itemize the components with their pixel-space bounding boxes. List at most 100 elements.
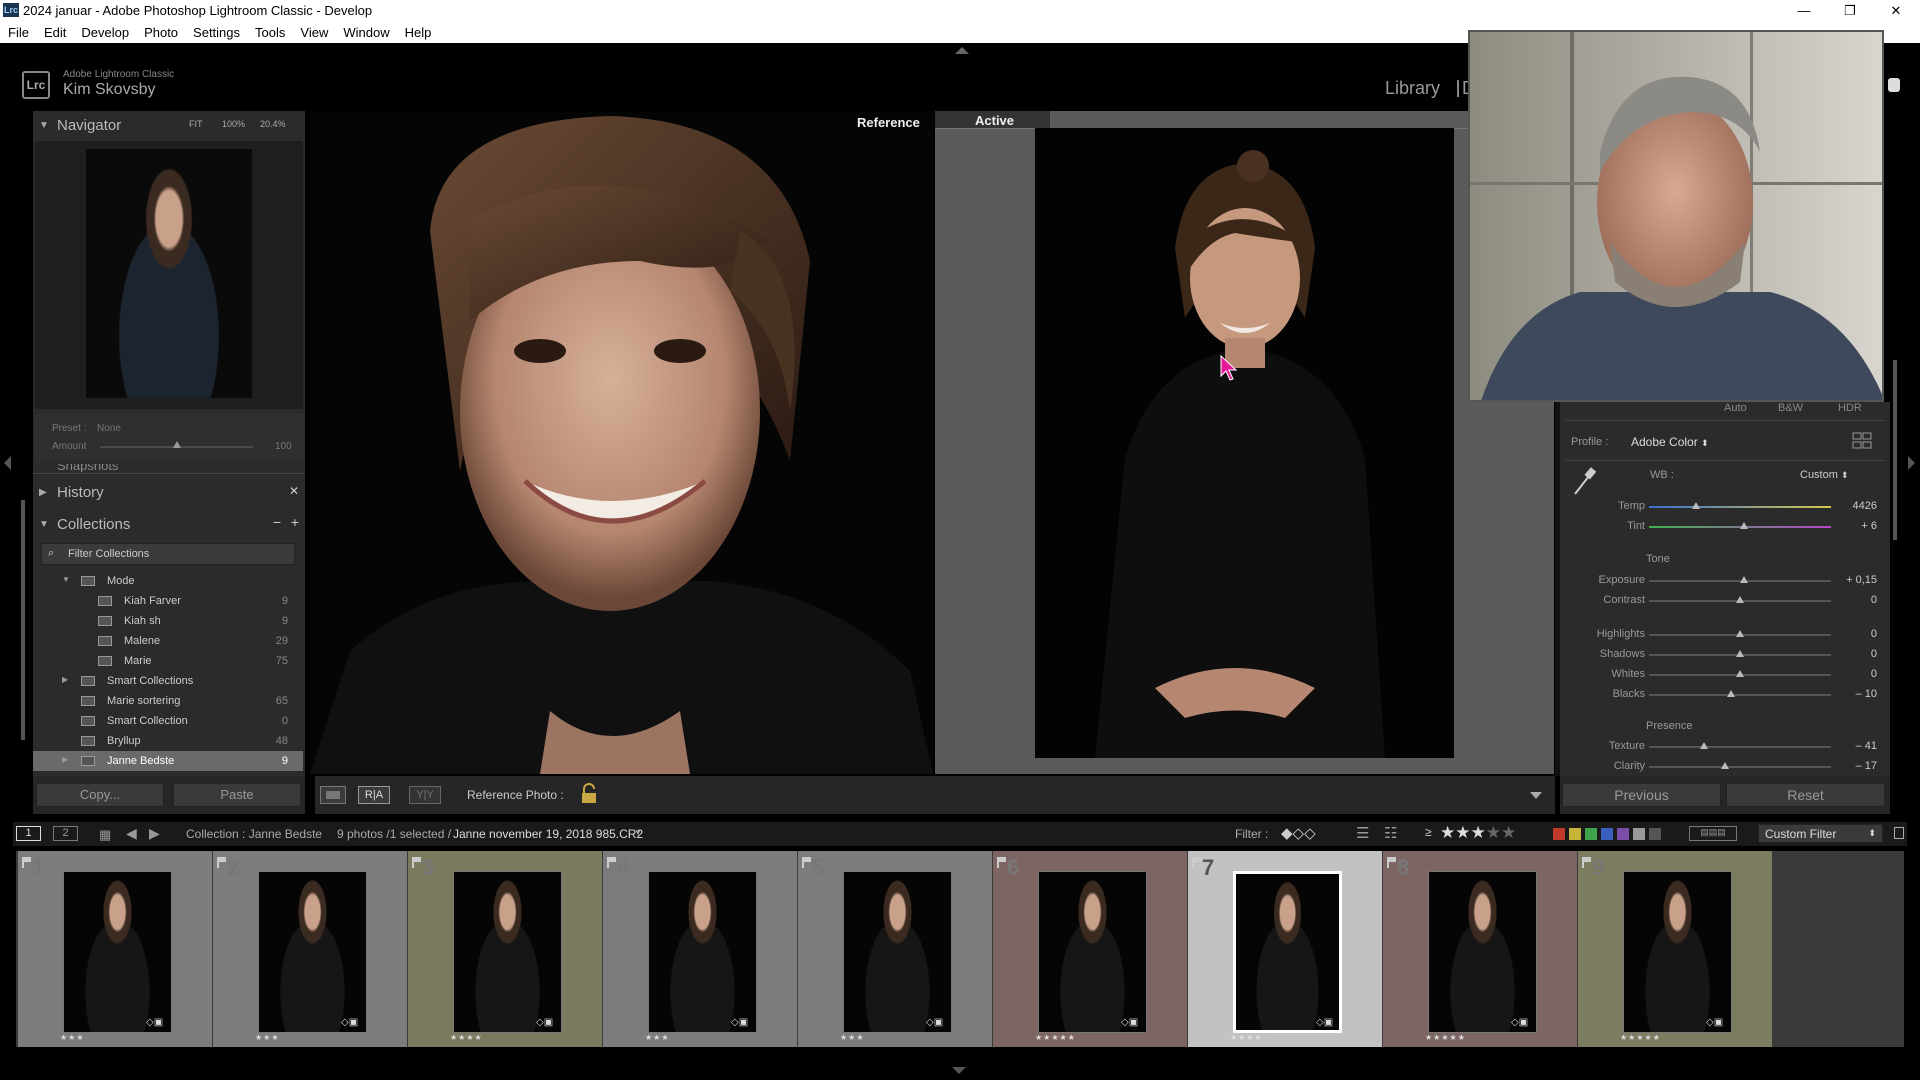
menu-window[interactable]: Window <box>343 25 389 40</box>
slider-track[interactable] <box>1649 766 1831 768</box>
rating-star-icon[interactable]: ★ <box>1486 823 1501 842</box>
menu-file[interactable]: File <box>8 25 29 40</box>
nav-fit-option[interactable]: FIT <box>189 119 203 129</box>
edit-badge-icon[interactable]: ◇▣ <box>1121 1017 1138 1028</box>
menu-photo[interactable]: Photo <box>144 25 178 40</box>
filter-collections-input[interactable]: ⌕ Filter Collections <box>41 543 295 565</box>
photo-thumbnail[interactable] <box>1233 871 1342 1033</box>
compare-view-button[interactable]: R|A <box>358 786 390 804</box>
slider-knob[interactable] <box>1739 522 1748 529</box>
edit-badge-icon[interactable]: ◇▣ <box>341 1017 358 1028</box>
slider-value[interactable]: 0 <box>1871 594 1877 606</box>
slider-blacks[interactable]: Blacks – 10 <box>1565 686 1885 704</box>
slider-value[interactable]: – 17 <box>1856 760 1877 772</box>
file-dropdown-icon[interactable]: ▼ <box>634 828 642 837</box>
collection-item[interactable]: Kiah Farver 9 <box>33 591 303 611</box>
edit-badge-icon[interactable]: ◇▣ <box>731 1017 748 1028</box>
flag-icon[interactable] <box>997 857 1006 868</box>
amount-knob[interactable] <box>172 441 181 448</box>
loupe-view-button[interactable] <box>320 786 346 804</box>
rating-star-icon[interactable]: ★ <box>1471 823 1486 842</box>
virtual-copy-filter-icon[interactable]: ☷ <box>1384 824 1397 842</box>
collection-item[interactable]: Marie 75 <box>33 651 303 671</box>
color-label-swatch[interactable] <box>1601 828 1613 840</box>
slider-shadows[interactable]: Shadows 0 <box>1565 646 1885 664</box>
slider-knob[interactable] <box>1739 576 1748 583</box>
reset-button[interactable]: Reset <box>1726 783 1885 807</box>
wb-dropdown[interactable]: Custom ⬍ <box>1800 469 1849 481</box>
history-header[interactable]: ▶ History ✕ <box>33 480 305 506</box>
flag-icon[interactable] <box>217 857 226 868</box>
slider-value[interactable]: + 0,15 <box>1846 574 1877 586</box>
tab-hdr[interactable]: HDR <box>1838 402 1862 414</box>
color-label-filter[interactable] <box>1553 828 1665 840</box>
filmstrip-cell[interactable]: 1 ◇▣ ★★★ <box>18 851 212 1047</box>
slider-knob[interactable] <box>1699 742 1708 749</box>
source-label[interactable]: Collection : Janne Bedste <box>186 827 322 841</box>
slider-clarity[interactable]: Clarity – 17 <box>1565 758 1885 776</box>
edit-badge-icon[interactable]: ◇▣ <box>926 1017 943 1028</box>
slider-value[interactable]: – 41 <box>1856 740 1877 752</box>
before-after-button[interactable]: Y|Y <box>409 786 441 804</box>
slider-knob[interactable] <box>1736 630 1744 637</box>
slider-knob[interactable] <box>1736 596 1744 603</box>
photo-thumbnail[interactable] <box>1428 871 1537 1033</box>
collection-set-mode[interactable]: ▼ Mode <box>33 571 303 591</box>
slider-value[interactable]: 0 <box>1871 648 1877 660</box>
primary-window-button[interactable]: 1 <box>16 826 41 841</box>
tab-auto[interactable]: Auto <box>1724 402 1747 414</box>
active-view[interactable]: Active <box>935 111 1554 774</box>
filmstrip-cell[interactable]: 4 ◇▣ ★★★ <box>603 851 797 1047</box>
tab-bw[interactable]: B&W <box>1778 402 1803 414</box>
color-label-swatch[interactable] <box>1569 828 1581 840</box>
maximize-button[interactable]: ❐ <box>1828 0 1872 21</box>
minimize-button[interactable]: — <box>1782 0 1826 21</box>
slider-value[interactable]: 0 <box>1871 628 1877 640</box>
rating-star-icon[interactable]: ★ <box>1455 823 1470 842</box>
slider-knob[interactable] <box>1726 690 1735 697</box>
flag-filter-icon[interactable]: ◆◇◇ <box>1281 824 1316 842</box>
copy-button[interactable]: Copy... <box>36 783 164 807</box>
slider-value[interactable]: – 10 <box>1856 688 1877 700</box>
flag-icon[interactable] <box>802 857 811 868</box>
snapshots-header[interactable]: Snapshots <box>33 464 305 472</box>
collections-header[interactable]: ▼ Collections − + <box>33 512 305 538</box>
menu-edit[interactable]: Edit <box>44 25 66 40</box>
slider-track[interactable] <box>1649 746 1831 748</box>
color-label-swatch[interactable] <box>1649 828 1661 840</box>
nav-zoom-custom[interactable]: 20.4% <box>260 119 286 129</box>
slider-temp[interactable]: Temp 4426 <box>1565 498 1885 516</box>
collection-item-selected[interactable]: ▶ Janne Bedste 9 <box>33 751 303 771</box>
photo-thumbnail[interactable] <box>258 871 367 1033</box>
collection-item[interactable]: Malene 29 <box>33 631 303 651</box>
profile-browser-grid-icon[interactable] <box>1852 432 1872 450</box>
top-panel-toggle-icon[interactable] <box>955 47 969 54</box>
left-panel-toggle-icon[interactable] <box>4 456 11 470</box>
preset-value[interactable]: None <box>97 423 121 434</box>
edit-badge-icon[interactable]: ◇▣ <box>146 1017 163 1028</box>
flag-icon[interactable] <box>607 857 616 868</box>
clear-history-icon[interactable]: ✕ <box>289 484 299 498</box>
right-scrollbar[interactable] <box>1893 360 1897 540</box>
close-button[interactable]: ✕ <box>1874 0 1918 21</box>
custom-filter-dropdown[interactable]: Custom Filter ⬍ <box>1758 824 1883 843</box>
slider-contrast[interactable]: Contrast 0 <box>1565 592 1885 610</box>
photo-thumbnail[interactable] <box>63 871 172 1033</box>
menu-help[interactable]: Help <box>405 25 432 40</box>
menu-settings[interactable]: Settings <box>193 25 240 40</box>
eyedropper-icon[interactable] <box>1571 466 1597 498</box>
rating-filter-stars[interactable]: ★★★★★ <box>1440 823 1516 843</box>
forward-arrow-icon[interactable]: ▶ <box>149 825 160 842</box>
photo-thumbnail[interactable] <box>648 871 757 1033</box>
collection-item[interactable]: Smart Collection 0 <box>33 711 303 731</box>
edit-badge-icon[interactable]: ◇▣ <box>1706 1017 1723 1028</box>
photo-thumbnail[interactable] <box>843 871 952 1033</box>
current-file[interactable]: Janne november 19, 2018 985.CR2 <box>453 827 643 841</box>
toolbar-content-dropdown-icon[interactable] <box>1530 792 1542 799</box>
collection-item[interactable]: Marie sortering 65 <box>33 691 303 711</box>
color-label-swatch[interactable] <box>1585 828 1597 840</box>
filmstrip-cell[interactable]: 8 ◇▣ ★★★★★ <box>1383 851 1577 1047</box>
slider-track[interactable] <box>1649 694 1831 696</box>
color-label-swatch[interactable] <box>1553 828 1565 840</box>
paste-button[interactable]: Paste <box>173 783 301 807</box>
